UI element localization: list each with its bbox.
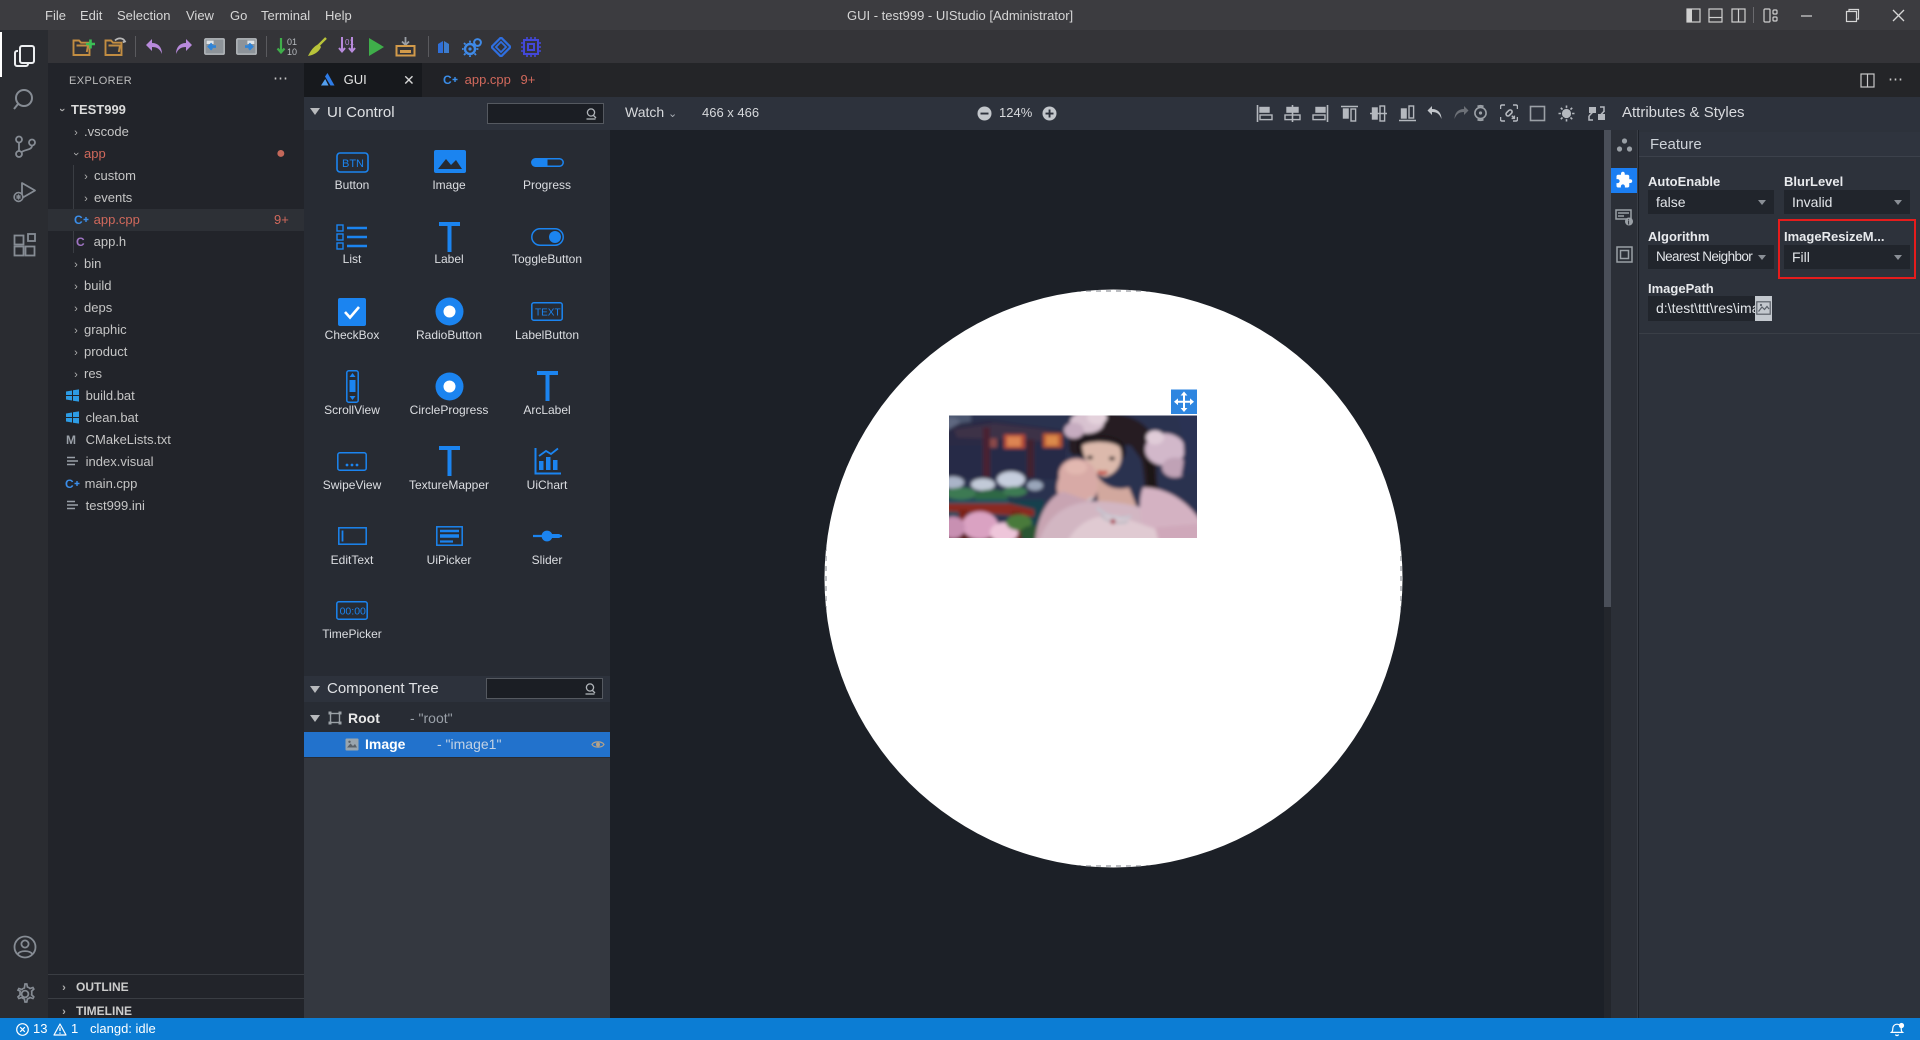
svg-text:C: C bbox=[65, 477, 74, 491]
svg-text:BTN: BTN bbox=[342, 158, 364, 170]
svg-text:i: i bbox=[1628, 219, 1630, 226]
svg-text:M: M bbox=[66, 433, 76, 447]
svg-text:01: 01 bbox=[287, 37, 297, 47]
svg-text:TEXT: TEXT bbox=[535, 308, 561, 319]
svg-text:00:00: 00:00 bbox=[340, 606, 366, 618]
svg-text:C: C bbox=[76, 235, 85, 249]
svg-text:10: 10 bbox=[287, 47, 297, 57]
svg-text:01: 01 bbox=[345, 38, 354, 47]
svg-text:C: C bbox=[443, 73, 452, 87]
svg-text:C: C bbox=[74, 213, 83, 227]
